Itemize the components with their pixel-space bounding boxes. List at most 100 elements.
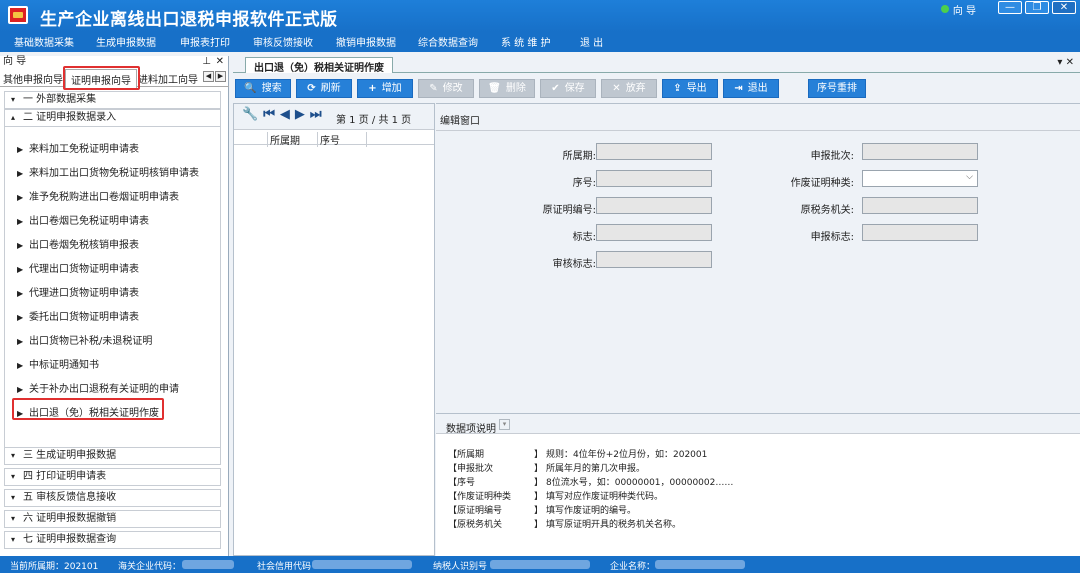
menu-revoke[interactable]: 撤销申报数据	[336, 34, 396, 49]
list-item[interactable]: ▶ 关于补办出口退税有关证明的申请	[17, 380, 179, 395]
guide-status-icon	[940, 5, 949, 13]
list-item[interactable]: ▶ 中标证明通知书	[17, 356, 99, 371]
export-button[interactable]: ⇪ 导出	[662, 79, 718, 98]
tab-scroll-left-icon[interactable]: ◀	[203, 71, 214, 82]
guide-panel-title: 向 导	[3, 56, 27, 67]
label-review-flag: 审核标志:	[552, 259, 596, 270]
column-header-seq[interactable]: 序号	[317, 132, 367, 147]
collapse-icon: ▾	[11, 493, 16, 502]
edit-window-title: 编辑窗口	[440, 116, 480, 127]
section-print[interactable]: ▾ 四 打印证明申请表	[4, 468, 221, 486]
list-item[interactable]: ▶ 出口货物已补税/未退税证明	[17, 332, 152, 347]
menu-system[interactable]: 系 统 维 护	[501, 34, 551, 49]
first-page-icon[interactable]: ⏮	[263, 107, 275, 122]
tab-controls[interactable]: ▾ ✕	[1057, 57, 1074, 68]
field-description-pane: 数据项说明 ▾ 【所属期】规则：4位年份+2位月份，如：202001 【申报批次…	[436, 413, 1080, 556]
refresh-icon: ⟳	[307, 83, 316, 94]
next-page-icon[interactable]: ▶	[295, 107, 305, 122]
status-taxpayer-id: 纳税人识别号	[433, 562, 488, 572]
panel-close-icon[interactable]: ✕	[216, 56, 224, 68]
original-tax-office-input[interactable]	[862, 197, 978, 214]
status-credit-code: 社会信用代码	[257, 562, 312, 572]
last-page-icon[interactable]: ⏭	[310, 107, 322, 122]
description-title: 数据项说明	[446, 424, 496, 435]
search-button[interactable]: 🔍 搜索	[235, 79, 291, 98]
annotation-highlight	[63, 66, 140, 90]
original-cert-no-input[interactable]	[596, 197, 712, 214]
section-certificate-entry[interactable]: ▴ 二 证明申报数据录入	[4, 109, 221, 127]
bullet-icon: ▶	[17, 169, 24, 178]
tab-scroll-right-icon[interactable]: ▶	[215, 71, 226, 82]
flag-input[interactable]	[596, 224, 712, 241]
list-item[interactable]: ▶ 代理进口货物证明申请表	[17, 284, 139, 299]
exit-button[interactable]: ⇥ 退出	[723, 79, 779, 98]
redacted-value	[312, 560, 412, 569]
close-window-button[interactable]: ✕	[1052, 1, 1076, 14]
discard-button[interactable]: ✕ 放弃	[601, 79, 657, 98]
guide-button[interactable]: 向 导	[940, 2, 976, 17]
page-indicator: 第 1 页 / 共 1 页	[336, 115, 412, 126]
tab-other-guide[interactable]: 其他申报向导	[3, 71, 63, 86]
reorder-button[interactable]: 序号重排	[808, 79, 866, 98]
chevron-down-icon: ⌵	[966, 172, 973, 182]
expand-icon: ▴	[11, 113, 16, 122]
add-button[interactable]: + 增加	[357, 79, 413, 98]
bullet-icon: ▶	[17, 385, 24, 394]
menu-query[interactable]: 综合数据查询	[418, 34, 478, 49]
menu-generate-declaration[interactable]: 生成申报数据	[96, 34, 156, 49]
document-tab-bar: 出口退（免）税相关证明作废 ▾ ✕	[233, 56, 1080, 74]
list-item[interactable]: ▶ 委托出口货物证明申请表	[17, 308, 139, 323]
declare-flag-input[interactable]	[862, 224, 978, 241]
menu-print[interactable]: 申报表打印	[180, 34, 230, 49]
record-list-pane: 🔧 ⏮ ◀ ▶ ⏭ 第 1 页 / 共 1 页 所属期 序号	[233, 103, 435, 556]
pin-icon[interactable]: ⊥	[202, 56, 211, 68]
collapse-icon: ▾	[11, 95, 16, 104]
list-item[interactable]: ▶ 来料加工免税证明申请表	[17, 140, 139, 155]
list-item[interactable]: ▶ 出口卷烟已免税证明申请表	[17, 212, 149, 227]
label-void-cert-type: 作废证明种类:	[790, 178, 854, 189]
pager: 🔧 ⏮ ◀ ▶ ⏭ 第 1 页 / 共 1 页	[234, 104, 434, 130]
toolbar: 🔍 搜索 ⟳ 刷新 + 增加 ✎ 修改 🗑 删除 ✔ 保存 ✕ 放弃 ⇪ 导出 ⇥ 退出 序号重排	[233, 76, 1080, 102]
edit-icon: ✎	[429, 83, 438, 94]
chevron-down-icon[interactable]: ▾	[499, 419, 510, 430]
tab-processing-guide[interactable]: 进料加工向导	[138, 71, 198, 86]
wrench-icon[interactable]: 🔧	[242, 107, 258, 122]
list-item[interactable]: ▶ 代理出口货物证明申请表	[17, 260, 139, 275]
column-header-period[interactable]: 所属期	[267, 132, 317, 147]
maximize-button[interactable]: ❐	[1025, 1, 1049, 14]
refresh-button[interactable]: ⟳ 刷新	[296, 79, 352, 98]
batch-input[interactable]	[862, 143, 978, 160]
section-revoke[interactable]: ▾ 六 证明申报数据撤销	[4, 510, 221, 528]
review-flag-input[interactable]	[596, 251, 712, 268]
list-item[interactable]: ▶ 出口卷烟免税核销申报表	[17, 236, 139, 251]
redacted-value	[655, 560, 745, 569]
bullet-icon: ▶	[17, 313, 24, 322]
period-input[interactable]	[596, 143, 712, 160]
bullet-icon: ▶	[17, 145, 24, 154]
edit-window: 编辑窗口 所属期: 序号: 原证明编号: 标志: 审核标志: 申报批次: 作废证…	[436, 103, 1080, 413]
minimize-button[interactable]: —	[998, 1, 1022, 14]
save-button[interactable]: ✔ 保存	[540, 79, 596, 98]
collapse-icon: ▾	[11, 451, 16, 460]
annotation-highlight	[12, 398, 164, 420]
list-item[interactable]: ▶ 来料加工出口货物免税证明核销申请表	[17, 164, 199, 179]
section-feedback[interactable]: ▾ 五 审核反馈信息接收	[4, 489, 221, 507]
section-query[interactable]: ▾ 七 证明申报数据查询	[4, 531, 221, 549]
section-generate-data[interactable]: ▾ 三 生成证明申报数据	[4, 447, 221, 465]
status-bar: 当前所属期：202101 海关企业代码： 社会信用代码 纳税人识别号 企业名称：	[0, 556, 1080, 573]
edit-button[interactable]: ✎ 修改	[418, 79, 474, 98]
menu-review-feedback[interactable]: 审核反馈接收	[253, 34, 313, 49]
list-item[interactable]: ▶ 准予免税购进出口卷烟证明申请表	[17, 188, 179, 203]
redacted-value	[182, 560, 234, 569]
seq-input[interactable]	[596, 170, 712, 187]
section-external-data[interactable]: ▾ 一 外部数据采集	[4, 91, 221, 109]
label-batch: 申报批次:	[810, 151, 854, 162]
menu-basic-data[interactable]: 基础数据采集	[14, 34, 74, 49]
guide-label: 向 导	[952, 5, 976, 17]
delete-button[interactable]: 🗑 删除	[479, 79, 535, 98]
menu-exit[interactable]: 退 出	[580, 34, 603, 49]
bullet-icon: ▶	[17, 361, 24, 370]
prev-page-icon[interactable]: ◀	[280, 107, 290, 122]
void-cert-type-select[interactable]: ⌵	[862, 170, 978, 187]
tab-certificate-void[interactable]: 出口退（免）税相关证明作废	[245, 57, 393, 74]
